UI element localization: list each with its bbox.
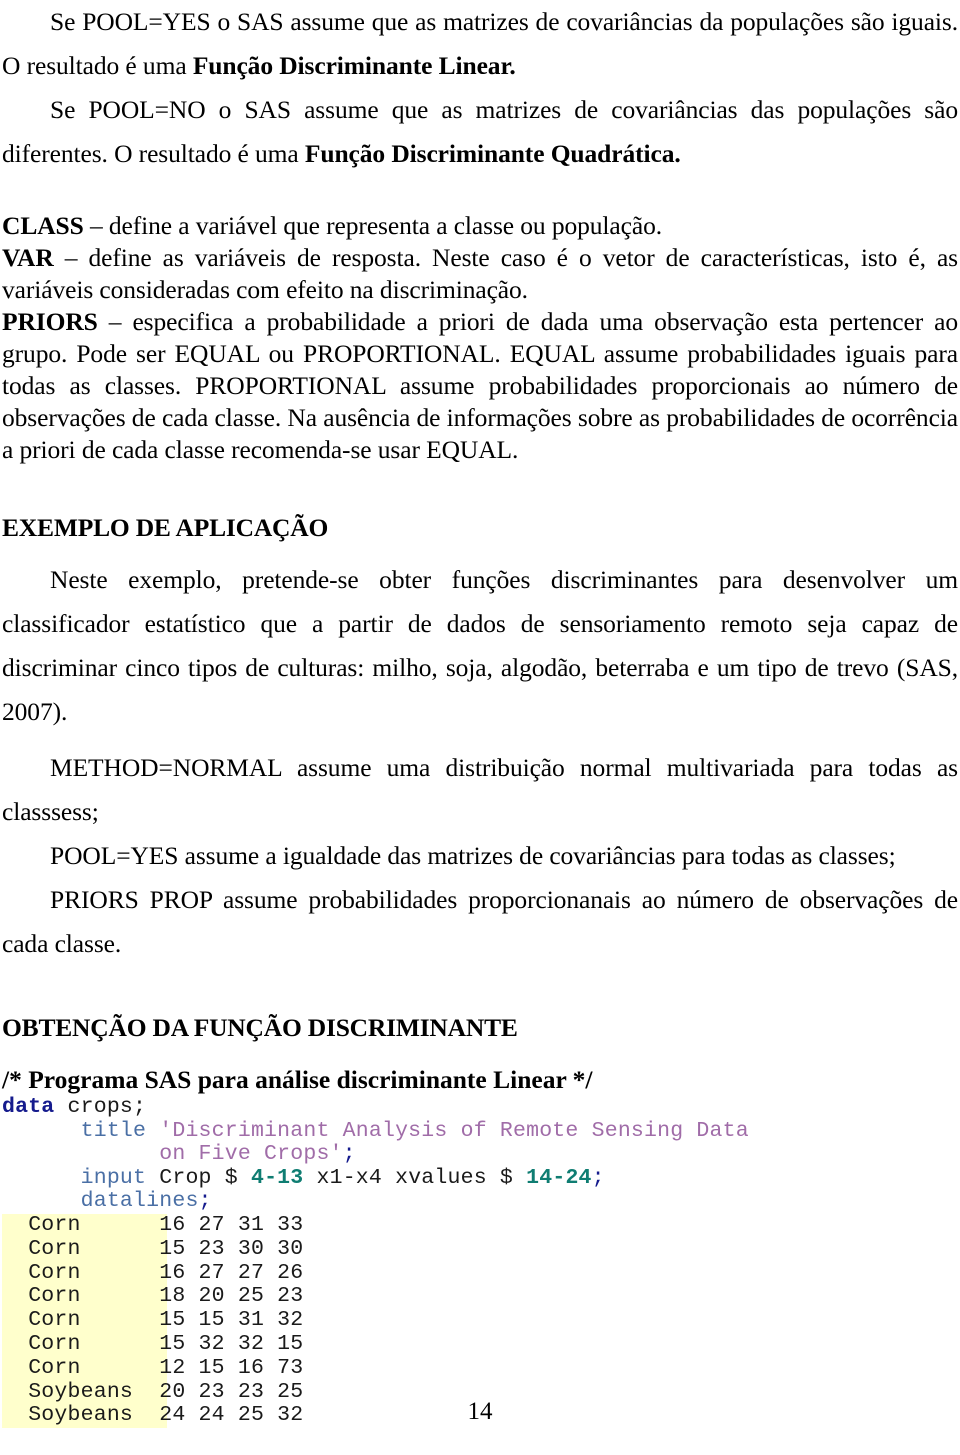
code-semicolon: ; [198, 1189, 212, 1214]
spacer-after-code-heading [2, 1046, 958, 1064]
spacer-before-method [2, 734, 958, 746]
pool-yes-bold-term: Função Discriminante Linear. [192, 51, 516, 80]
code-semicolon: ; [591, 1165, 605, 1190]
paragraph-pool-yes-option: POOL=YES assume a igualdade das matrizes… [50, 841, 896, 870]
code-input-vars-x: x1-x4 xvalues $ [303, 1165, 527, 1190]
code-column-range-2: 14-24 [526, 1165, 592, 1190]
dataline-row: Corn 16 27 27 26 [2, 1260, 304, 1286]
paragraph-example-intro: Neste exemplo, pretende-se obter funções… [2, 565, 958, 726]
heading-exemplo-aplicacao: EXEMPLO DE APLICAÇÃO [2, 513, 329, 542]
code-line-datalines: datalines; [2, 1190, 958, 1214]
dataline-row: Corn 15 32 32 15 [2, 1331, 304, 1357]
dataline-row: Corn 16 27 31 33 [2, 1212, 304, 1238]
code-string-title-part2: on Five Crops' [159, 1142, 343, 1167]
dataline-row: Corn 15 23 30 30 [2, 1236, 304, 1262]
datalines-block: Corn 16 27 31 33 Corn 15 23 30 30 Corn 1… [2, 1212, 304, 1429]
pool-no-bold-term: Função Discriminante Quadrática. [304, 139, 681, 168]
code-line-title-cont: on Five Crops'; [2, 1142, 958, 1167]
code-keyword-input: input [80, 1165, 147, 1190]
option-class-description: – define a variável que representa a cla… [83, 211, 663, 240]
code-line-input: input Crop $ 4-13 x1-x4 xvalues $ 14-24; [2, 1165, 958, 1191]
spacer-before-example [2, 466, 958, 510]
spacer-before-code-heading [2, 966, 958, 1010]
dataline-row: Corn 12 15 16 73 [2, 1355, 304, 1381]
paragraph-pool-no: Se POOL=NO o SAS assume que as matrizes … [2, 88, 958, 176]
option-priors-term: PRIORS [2, 307, 98, 336]
code-input-var-crop: Crop $ [146, 1165, 251, 1190]
dataline-row: Corn 18 20 25 23 [2, 1284, 304, 1310]
code-dataset-name: crops; [54, 1095, 147, 1119]
paragraph-priors-prop: PRIORS PROP assume probabilidades propor… [2, 885, 958, 958]
code-line-data: data crops; [2, 1095, 958, 1120]
code-keyword-title: title [80, 1118, 147, 1143]
code-keyword-data: data [2, 1095, 55, 1119]
dataline-row: Corn 15 15 31 32 [2, 1308, 304, 1333]
option-priors: PRIORS – especifica a probabilidade a pr… [2, 306, 958, 466]
option-var: VAR – define as variáveis de resposta. N… [2, 242, 958, 306]
code-column-range-1: 4-13 [250, 1165, 304, 1190]
paragraph-method-normal: METHOD=NORMAL assume uma distribuição no… [2, 753, 958, 826]
option-class-term: CLASS [2, 211, 84, 240]
page-number: 14 [467, 1398, 493, 1425]
code-keyword-datalines: datalines [80, 1189, 199, 1214]
code-line-title: title 'Discriminant Analysis of Remote S… [2, 1118, 958, 1144]
code-semicolon: ; [342, 1142, 356, 1167]
heading-obtencao-funcao: OBTENÇÃO DA FUNÇÃO DISCRIMINANTE [2, 1013, 518, 1042]
option-class: CLASS – define a variável que representa… [2, 210, 958, 242]
code-block: data crops; title 'Discriminant Analysis… [2, 1095, 958, 1429]
document-page: Se POOL=YES o SAS assume que as matrizes… [0, 0, 960, 1455]
spacer-after-example-heading [2, 546, 958, 558]
code-string-title-part1: 'Discriminant Analysis of Remote Sensing… [146, 1118, 749, 1143]
option-priors-description: – especifica a probabilidade a priori de… [2, 307, 958, 464]
paragraph-pool-yes: Se POOL=YES o SAS assume que as matrizes… [2, 0, 958, 88]
code-comment-line: /* Programa SAS para análise discriminan… [2, 1065, 593, 1094]
option-var-description: – define as variáveis de resposta. Neste… [2, 243, 958, 304]
option-var-term: VAR [2, 243, 54, 272]
spacer-after-intro [2, 176, 958, 210]
